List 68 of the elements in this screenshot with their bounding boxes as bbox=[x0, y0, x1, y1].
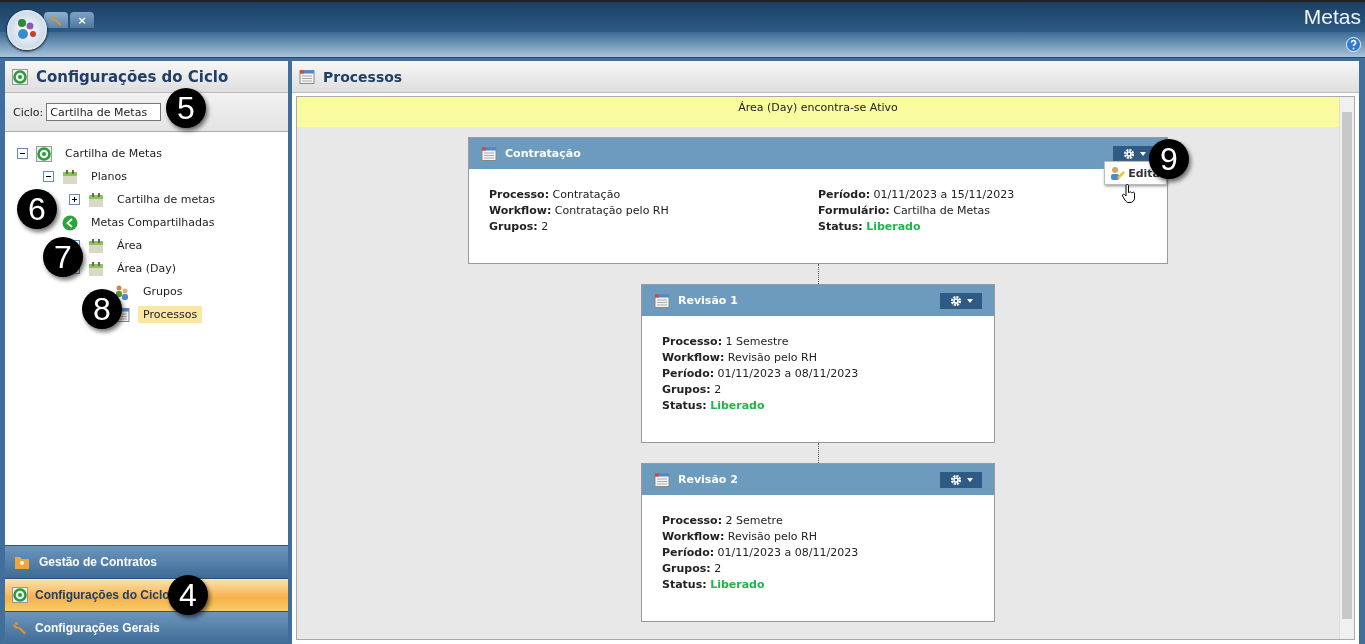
field-text: Workflow: Contratação pelo RH bbox=[489, 204, 669, 217]
caret-icon bbox=[1139, 151, 1146, 156]
field-text: Status: Liberado bbox=[818, 220, 921, 233]
settings-button[interactable] bbox=[940, 471, 982, 488]
field-text: Grupos: 2 bbox=[662, 383, 722, 396]
calendar-icon bbox=[88, 237, 104, 254]
calendar-icon bbox=[88, 191, 104, 208]
tree-item[interactable]: Cartilha de metas bbox=[112, 191, 221, 208]
panel-title: Configurações do Ciclo bbox=[36, 67, 229, 86]
field-text: Grupos: 2 bbox=[489, 220, 549, 233]
field-text: Período: 01/11/2023 a 15/11/2023 bbox=[818, 188, 1015, 201]
tree-item[interactable]: Cartilha de Metas bbox=[60, 145, 167, 162]
document-icon bbox=[299, 68, 315, 85]
calendar-icon bbox=[88, 260, 104, 277]
gear-icon bbox=[1122, 147, 1135, 160]
field-text: Processo: 2 Semetre bbox=[662, 514, 783, 527]
wrench-icon bbox=[12, 620, 28, 636]
tools-tab[interactable] bbox=[44, 12, 68, 28]
gear-icon bbox=[949, 473, 962, 486]
calendar-icon bbox=[62, 168, 78, 185]
tree-item[interactable]: Área (Day) bbox=[112, 260, 182, 277]
user-edit-icon bbox=[1109, 165, 1126, 181]
people-icon bbox=[114, 283, 130, 300]
expand-toggle[interactable] bbox=[69, 194, 80, 205]
card-title: Revisão 1 bbox=[678, 294, 739, 307]
tree-item[interactable]: Planos bbox=[86, 168, 132, 185]
collapse-toggle[interactable] bbox=[17, 148, 28, 159]
wrench-icon bbox=[49, 13, 63, 27]
accordion-header[interactable]: Gestão de Contratos bbox=[5, 545, 288, 578]
field-label: Ciclo: bbox=[13, 105, 44, 119]
cycle-icon bbox=[36, 145, 52, 162]
collapse-toggle[interactable] bbox=[43, 171, 54, 182]
cycle-icon bbox=[12, 68, 28, 85]
settings-button[interactable] bbox=[1113, 145, 1155, 162]
document-icon bbox=[654, 471, 670, 488]
cycle-select[interactable]: Cartilha de Metas bbox=[46, 103, 162, 121]
tree-item[interactable]: Metas Compartilhadas bbox=[86, 214, 220, 231]
scrollbar[interactable] bbox=[1339, 97, 1354, 639]
field-text: Formulário: Cartilha de Metas bbox=[818, 204, 991, 217]
app-logo[interactable] bbox=[7, 10, 47, 50]
gear-icon bbox=[949, 294, 962, 307]
app-title: Metas bbox=[1303, 5, 1361, 29]
caret-icon bbox=[966, 298, 973, 303]
document-icon bbox=[654, 292, 670, 309]
field-text: Período: 01/11/2023 a 08/11/2023 bbox=[662, 546, 859, 559]
field-text: Status: Liberado bbox=[662, 578, 765, 591]
field-text: Grupos: 2 bbox=[662, 562, 722, 575]
folder-icon bbox=[12, 554, 32, 570]
cycle-icon bbox=[12, 587, 28, 603]
settings-button[interactable] bbox=[940, 292, 982, 309]
tree-item[interactable]: Área bbox=[112, 237, 148, 254]
field-text: Workflow: Revisão pelo RH bbox=[662, 530, 817, 543]
document-icon bbox=[481, 145, 497, 162]
field-text: Processo: Contratação bbox=[489, 188, 621, 201]
panel-title: Processos bbox=[323, 68, 403, 85]
help-icon[interactable] bbox=[1346, 37, 1361, 52]
card-title: Revisão 2 bbox=[678, 473, 739, 486]
field-text: Workflow: Revisão pelo RH bbox=[662, 351, 817, 364]
field-text: Período: 01/11/2023 a 08/11/2023 bbox=[662, 367, 859, 380]
tree-item[interactable]: Processos bbox=[138, 306, 203, 323]
tree-item[interactable]: Grupos bbox=[138, 283, 188, 300]
status-banner: Área (Day) encontra-se Ativo bbox=[297, 97, 1339, 127]
field-text: Status: Liberado bbox=[662, 399, 765, 412]
share-icon bbox=[62, 214, 78, 231]
caret-icon bbox=[966, 477, 973, 482]
field-text: Processo: 1 Semestre bbox=[662, 335, 789, 348]
card-title: Contratação bbox=[505, 147, 582, 160]
accordion-header[interactable]: Configurações Gerais bbox=[5, 611, 288, 644]
